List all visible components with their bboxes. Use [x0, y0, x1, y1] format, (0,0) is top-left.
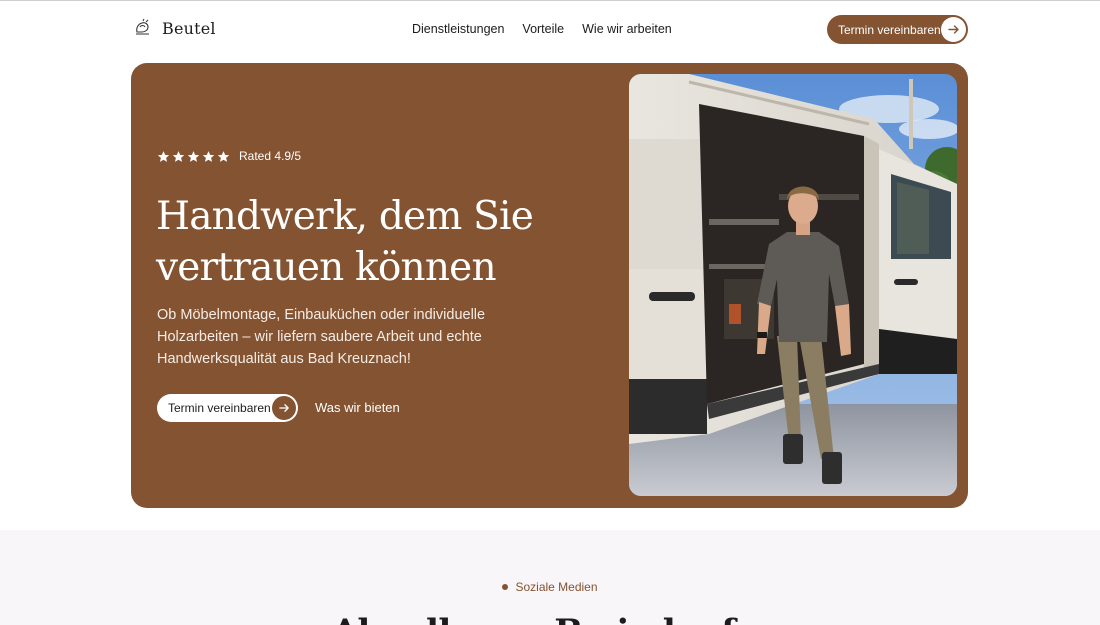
nav-link-vorteile[interactable]: Vorteile	[522, 22, 564, 36]
star-icon	[157, 150, 170, 162]
section-kicker-text: Soziale Medien	[515, 580, 598, 594]
hero-headline-line1: Handwerk, dem Sie	[156, 194, 534, 239]
section-kicker: Soziale Medien	[0, 580, 1100, 594]
rating-text: Rated 4.9/5	[239, 149, 302, 163]
star-icon	[217, 150, 230, 162]
hero-appointment-button[interactable]: Termin vereinbaren	[157, 394, 298, 422]
social-media-section: Soziale Medien Ab...dl...m...B...i...h..…	[0, 530, 1100, 625]
nav-appointment-button[interactable]: Termin vereinbaren	[827, 15, 968, 44]
hero-headline-line2: vertrauen können	[156, 245, 497, 290]
craftsman-van-photo	[629, 74, 957, 496]
hero-description: Ob Möbelmontage, Einbauküchen oder indiv…	[157, 307, 486, 367]
arrow-right-icon	[941, 17, 966, 42]
hero-headline: Handwerk, dem Sie vertrauen können	[156, 191, 556, 293]
section-title: Ab...dl...m...B...i...h...f...	[0, 612, 1100, 625]
top-navigation: Beutel Dienstleistungen Vorteile Wie wir…	[0, 0, 1100, 60]
brand-logo-icon	[136, 18, 149, 35]
arrow-right-icon	[272, 396, 296, 420]
nav-links: Dienstleistungen Vorteile Wie wir arbeit…	[412, 22, 672, 36]
brand[interactable]: Beutel	[133, 18, 216, 38]
nav-appointment-label: Termin vereinbaren	[838, 22, 941, 37]
what-we-offer-link[interactable]: Was wir bieten	[315, 400, 400, 415]
star-icon	[202, 150, 215, 162]
brand-name: Beutel	[162, 18, 216, 38]
star-icon	[187, 150, 200, 162]
rating: Rated 4.9/5	[157, 149, 301, 163]
hero-appointment-label: Termin vereinbaren	[168, 401, 271, 415]
star-icon	[172, 150, 185, 162]
nav-link-dienstleistungen[interactable]: Dienstleistungen	[412, 22, 504, 36]
hero-section: Rated 4.9/5 Handwerk, dem Sie vertrauen …	[131, 63, 968, 508]
nav-link-wie-wir-arbeiten[interactable]: Wie wir arbeiten	[582, 22, 672, 36]
hero-photo	[629, 74, 957, 496]
bullet-dot	[502, 584, 509, 590]
rating-stars	[157, 150, 230, 163]
